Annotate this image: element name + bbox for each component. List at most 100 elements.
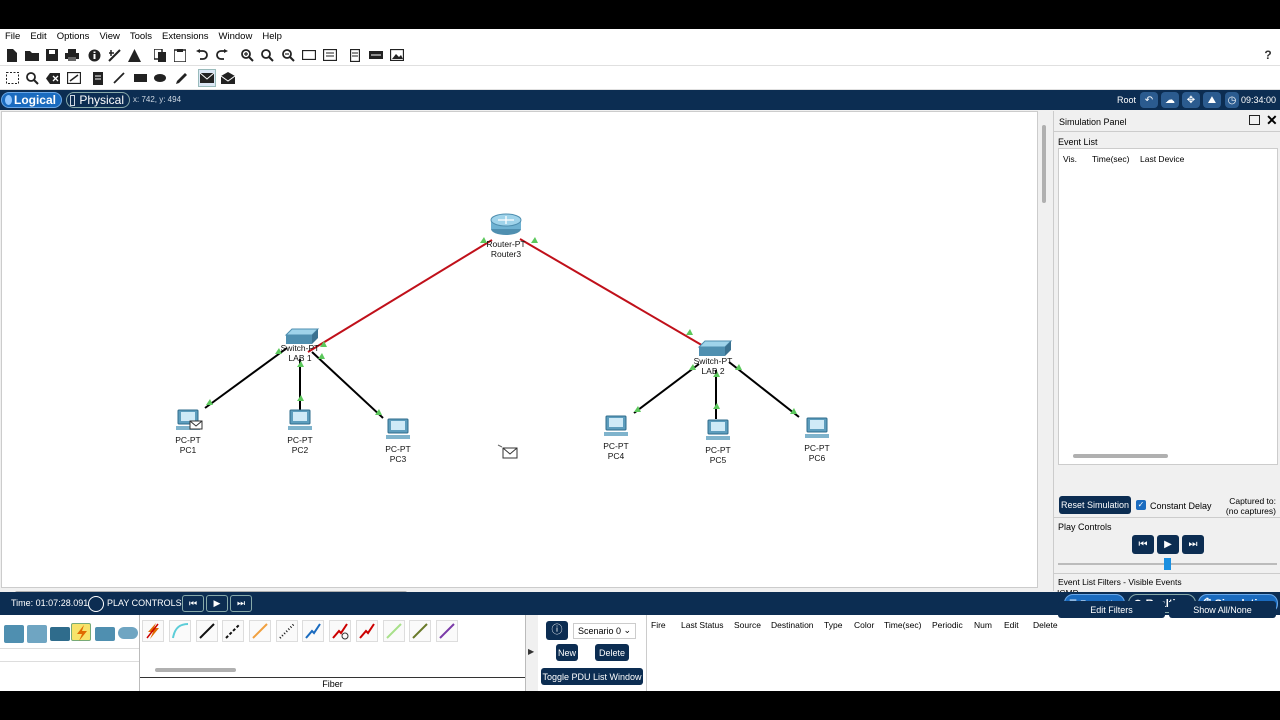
multiuser-icon[interactable]	[118, 627, 138, 639]
menu-help[interactable]: Help	[257, 31, 287, 42]
column-periodic[interactable]: Periodic	[932, 620, 963, 630]
column-delete[interactable]: Delete	[1033, 620, 1058, 630]
draw-line-icon[interactable]	[111, 70, 127, 86]
document-icon[interactable]	[347, 47, 363, 63]
column-last-status[interactable]: Last Status	[681, 620, 724, 630]
cable-crossover-icon[interactable]	[222, 620, 244, 642]
viewport-icon[interactable]	[368, 47, 384, 63]
column-time[interactable]: Time(sec)	[884, 620, 921, 630]
inspect-icon[interactable]	[24, 70, 40, 86]
workspace-vertical-scrollbar[interactable]	[1038, 111, 1051, 588]
draw-rectangle-icon[interactable]	[132, 70, 148, 86]
custom-device-icon[interactable]	[322, 47, 338, 63]
end-devices-icon[interactable]	[27, 625, 47, 643]
menu-extensions[interactable]: Extensions	[157, 31, 213, 42]
redo-icon[interactable]	[214, 47, 230, 63]
menu-file[interactable]: File	[0, 31, 25, 42]
connections-icon[interactable]	[71, 623, 91, 641]
copy-icon[interactable]	[152, 47, 168, 63]
move-icon[interactable]: ✥	[1182, 92, 1200, 108]
scenario-info-icon[interactable]: ⓘ	[546, 621, 568, 640]
cable-fiber-icon[interactable]	[276, 620, 298, 642]
tab-logical[interactable]: Logical	[1, 92, 62, 108]
new-scenario-button[interactable]: New	[556, 644, 578, 661]
switch-icon-lab1[interactable]	[284, 328, 320, 344]
menu-edit[interactable]: Edit	[25, 31, 51, 42]
pc-icon-pc6[interactable]	[805, 417, 829, 438]
cluster-icon[interactable]: ☁	[1161, 92, 1179, 108]
simple-pdu-icon[interactable]	[198, 69, 216, 87]
cable-coaxial-icon[interactable]	[329, 620, 351, 642]
image-icon[interactable]	[389, 47, 405, 63]
delete-icon[interactable]	[45, 70, 61, 86]
power-cycle-icon[interactable]	[88, 596, 104, 612]
zoom-in-icon[interactable]	[239, 47, 255, 63]
link-router-lab2[interactable]	[519, 238, 706, 348]
delete-scenario-button[interactable]: Delete	[595, 644, 629, 661]
scroll-thumb[interactable]	[1073, 454, 1168, 458]
miscellaneous-icon[interactable]	[95, 627, 115, 641]
menu-view[interactable]: View	[94, 31, 124, 42]
print-icon[interactable]	[64, 47, 80, 63]
new-file-icon[interactable]	[4, 47, 20, 63]
menu-tools[interactable]: Tools	[125, 31, 157, 42]
save-icon[interactable]	[44, 47, 60, 63]
column-type[interactable]: Type	[824, 620, 842, 630]
forward-step-button[interactable]: ⏭	[1182, 535, 1204, 554]
undock-icon[interactable]	[1249, 115, 1260, 125]
background-image-icon[interactable]: ⛰	[1203, 92, 1221, 108]
cable-serial-dte-icon[interactable]	[383, 620, 405, 642]
column-time[interactable]: Time(sec)	[1092, 154, 1129, 164]
pdu-envelope-icon[interactable]	[497, 444, 518, 459]
back-step-button[interactable]: ⏮	[1132, 535, 1154, 554]
edit-filters-button[interactable]: Edit Filters	[1058, 601, 1165, 618]
event-list-table[interactable]: Vis. Time(sec) Last Device	[1058, 148, 1278, 465]
resize-icon[interactable]	[66, 70, 82, 86]
column-edit[interactable]: Edit	[1004, 620, 1019, 630]
menu-options[interactable]: Options	[52, 31, 95, 42]
toggle-pdu-list-button[interactable]: Toggle PDU List Window	[541, 668, 643, 685]
freeform-icon[interactable]	[173, 70, 189, 86]
cable-straight-icon[interactable]	[196, 620, 218, 642]
pc-icon-pc3[interactable]	[386, 418, 410, 439]
cable-phone-icon[interactable]	[302, 620, 324, 642]
open-folder-icon[interactable]	[24, 47, 40, 63]
menu-window[interactable]: Window	[214, 31, 258, 42]
constant-delay-checkbox[interactable]: ✓	[1136, 500, 1146, 510]
cable-automatic-icon[interactable]	[142, 620, 164, 642]
logical-workspace[interactable]: Router-PT Router3 Switch-PT LAB 1 Switch-P…	[1, 111, 1038, 588]
note-icon[interactable]	[90, 70, 106, 86]
column-destination[interactable]: Destination	[771, 620, 814, 630]
cable-serial-dce-icon[interactable]	[356, 620, 378, 642]
pdu-envelope-icon[interactable]	[189, 420, 203, 430]
forward-step-button[interactable]: ⏭	[230, 595, 252, 612]
pc-icon-pc2[interactable]	[288, 409, 312, 430]
scroll-thumb[interactable]	[1042, 125, 1046, 203]
network-devices-icon[interactable]	[4, 625, 24, 643]
draw-ellipse-icon[interactable]	[152, 70, 168, 86]
activity-wizard-icon[interactable]	[106, 47, 122, 63]
pc-icon-pc5[interactable]	[706, 419, 730, 440]
components-icon[interactable]	[50, 627, 70, 641]
info-icon[interactable]	[86, 47, 102, 63]
tab-physical[interactable]: Physical	[66, 92, 130, 108]
cable-rollover-icon[interactable]	[249, 620, 271, 642]
scenario-select[interactable]: Scenario 0 ⌄	[573, 623, 636, 639]
show-all-none-button[interactable]: Show All/None	[1169, 601, 1276, 618]
play-button[interactable]: ▶	[1157, 535, 1179, 554]
column-fire[interactable]: Fire	[651, 620, 666, 630]
column-num[interactable]: Num	[974, 620, 992, 630]
cable-octal-icon[interactable]	[409, 620, 431, 642]
network-info-icon[interactable]	[126, 47, 142, 63]
expand-arrow-icon[interactable]: ▶	[528, 647, 534, 656]
paste-icon[interactable]	[172, 47, 188, 63]
column-source[interactable]: Source	[734, 620, 761, 630]
column-vis[interactable]: Vis.	[1063, 154, 1077, 164]
column-color[interactable]: Color	[854, 620, 874, 630]
column-last-device[interactable]: Last Device	[1140, 154, 1184, 164]
back-icon[interactable]: ↶	[1140, 92, 1158, 108]
back-step-button[interactable]: ⏮	[182, 595, 204, 612]
complex-pdu-icon[interactable]	[220, 70, 236, 86]
undo-icon[interactable]	[194, 47, 210, 63]
speed-slider-handle[interactable]	[1164, 558, 1171, 570]
